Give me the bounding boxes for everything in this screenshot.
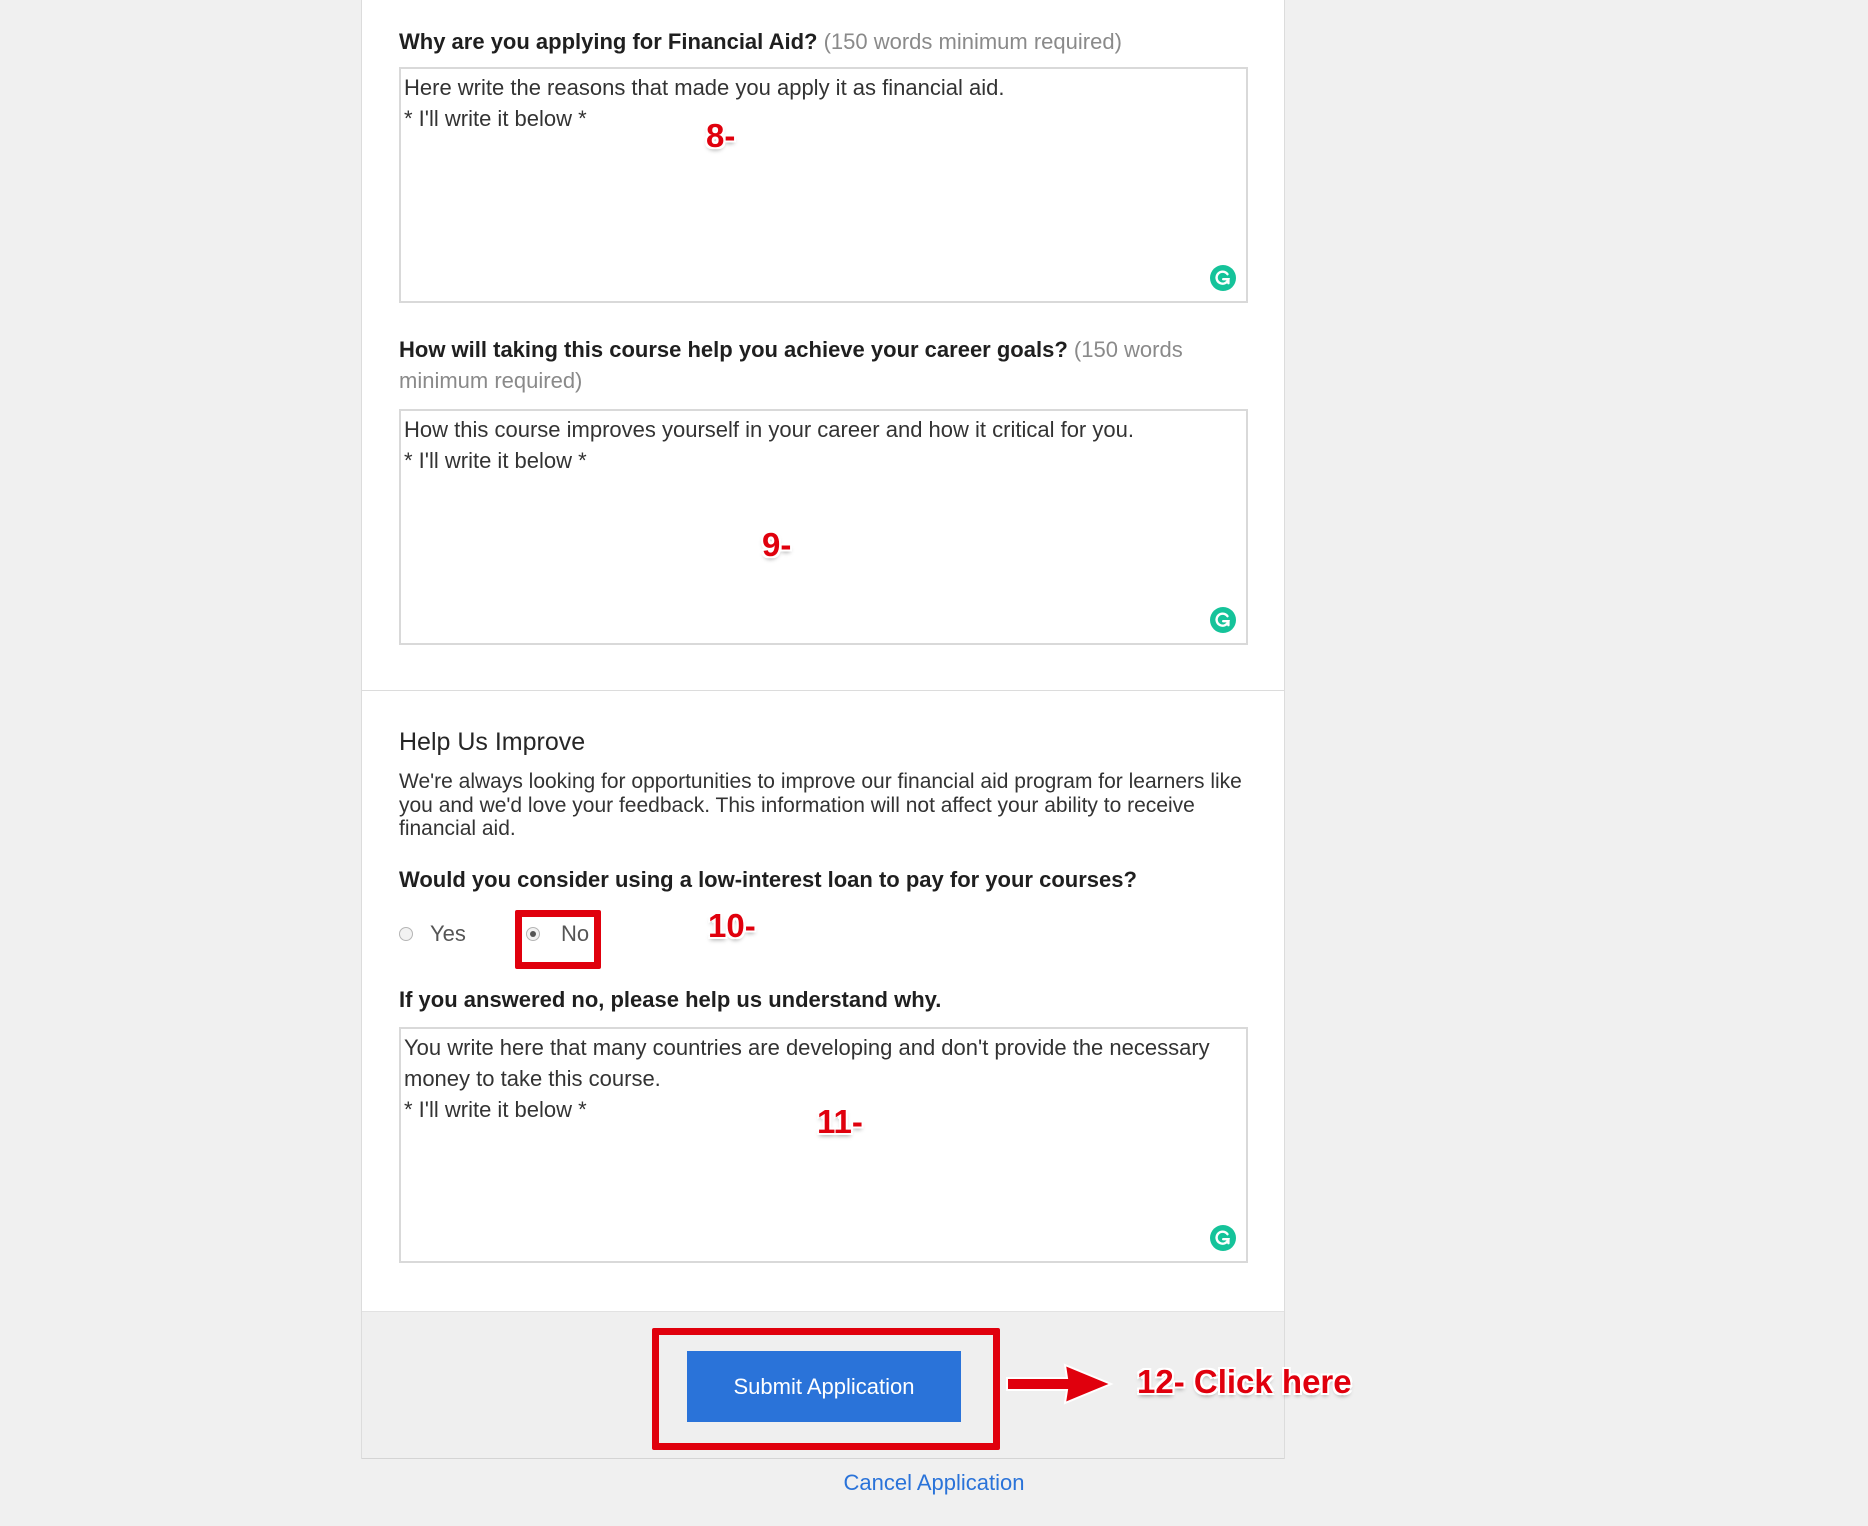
help-section-description: We're always looking for opportunities t… [399, 770, 1242, 840]
loan-question-label: Would you consider using a low-interest … [399, 864, 1249, 895]
arrow-right-icon [1006, 1363, 1114, 1405]
loan-question-text: Would you consider using a low-interest … [399, 867, 1137, 892]
grammarly-icon[interactable] [1210, 265, 1236, 291]
annotation-step-10: 10- [708, 907, 756, 944]
question-1-textarea[interactable]: Here write the reasons that made you app… [399, 67, 1248, 303]
annotation-step-11: 11- [817, 1103, 863, 1140]
question-1-hint: (150 words minimum required) [823, 29, 1122, 54]
highlight-box-no-option [515, 910, 601, 969]
question-2-text-line-2: * I'll write it below * [404, 448, 587, 473]
cancel-application-link[interactable]: Cancel Application [0, 1470, 1868, 1496]
annotation-step-12: 12- Click here [1137, 1363, 1352, 1400]
question-1-label: Why are you applying for Financial Aid? … [399, 26, 1249, 57]
question-2-text-line-1: How this course improves yourself in you… [404, 417, 1134, 442]
question-2-label: How will taking this course help you ach… [399, 334, 1249, 396]
why-label-text: If you answered no, please help us under… [399, 987, 942, 1012]
annotation-step-9: 9- [762, 526, 792, 563]
radio-yes-label[interactable]: Yes [430, 918, 466, 950]
annotation-step-8: 8- [706, 117, 736, 154]
why-textarea[interactable]: You write here that many countries are d… [399, 1027, 1248, 1263]
grammarly-icon[interactable] [1210, 1225, 1236, 1251]
application-form-panel: Why are you applying for Financial Aid? … [361, 0, 1285, 1459]
question-1-title: Why are you applying for Financial Aid? [399, 29, 818, 54]
why-text-line-1: You write here that many countries are d… [404, 1035, 1216, 1091]
grammarly-icon[interactable] [1210, 607, 1236, 633]
why-label: If you answered no, please help us under… [399, 984, 1249, 1015]
question-1-text-line-1: Here write the reasons that made you app… [404, 75, 1005, 100]
question-1-text-line-2: * I'll write it below * [404, 106, 587, 131]
question-2-title: How will taking this course help you ach… [399, 337, 1068, 362]
highlight-box-submit [652, 1328, 1000, 1450]
help-section-title: Help Us Improve [399, 728, 586, 756]
question-2-textarea[interactable]: How this course improves yourself in you… [399, 409, 1248, 645]
radio-yes[interactable] [399, 927, 413, 941]
section-divider [362, 690, 1284, 691]
